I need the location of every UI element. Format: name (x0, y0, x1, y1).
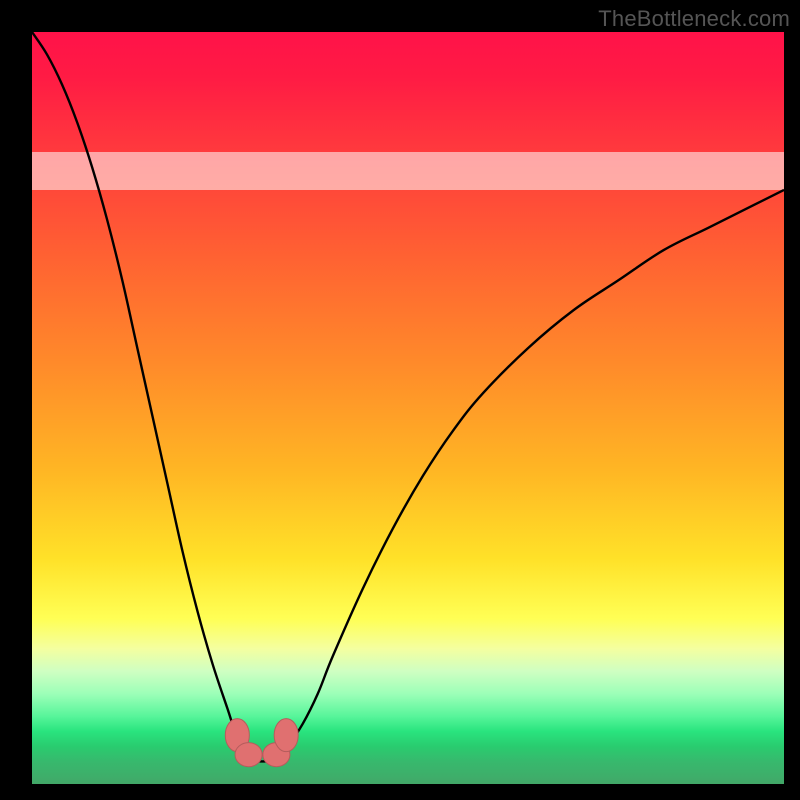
marker-group (225, 719, 298, 767)
watermark-text: TheBottleneck.com (598, 6, 790, 32)
marker-right-outer (274, 719, 298, 752)
curve-layer (32, 32, 784, 784)
chart-stage: TheBottleneck.com (0, 0, 800, 800)
curve-left-branch (32, 32, 250, 754)
plot-area (32, 32, 784, 784)
marker-left-inner (235, 743, 262, 767)
curve-right-branch (280, 190, 784, 754)
